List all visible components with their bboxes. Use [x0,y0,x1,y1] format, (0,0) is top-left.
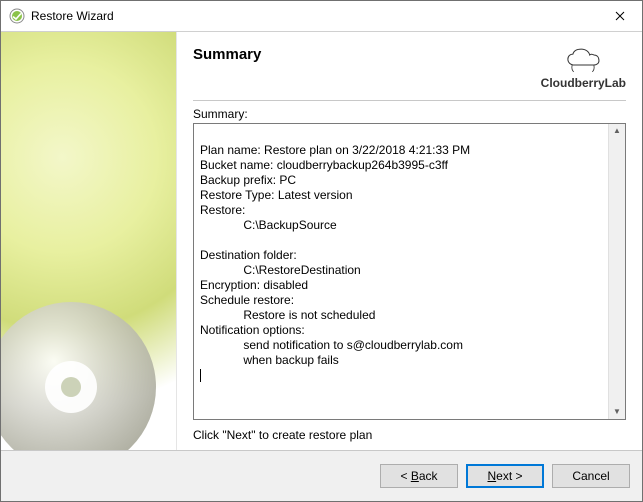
summary-line: Restore Type: Latest version [200,188,353,202]
hint-text: Click "Next" to create restore plan [193,428,626,442]
vertical-scrollbar[interactable]: ▲ ▼ [608,124,625,419]
summary-line: C:\BackupSource [200,218,337,232]
cancel-button[interactable]: Cancel [552,464,630,488]
app-icon [9,8,25,24]
wizard-main: Summary CloudberryLab Summary: Plan name… [177,32,642,450]
page-heading: Summary [193,46,261,63]
summary-line: Restore is not scheduled [200,308,375,322]
close-icon [615,11,625,21]
back-button[interactable]: < Back [380,464,458,488]
text-caret [200,369,201,382]
summary-line: Restore: [200,203,245,217]
summary-label: Summary: [193,107,626,121]
summary-line: Encryption: disabled [200,278,308,292]
brand-label: CloudberryLab [541,76,626,90]
window-title: Restore Wizard [31,9,597,23]
summary-textarea[interactable]: Plan name: Restore plan on 3/22/2018 4:2… [193,123,626,420]
scroll-up-icon: ▲ [613,127,621,135]
restore-wizard-window: Restore Wizard [0,0,643,502]
wizard-sidebar [1,32,177,450]
close-button[interactable] [597,1,642,31]
wizard-body: Summary CloudberryLab Summary: Plan name… [1,32,642,450]
summary-line: Destination folder: [200,248,297,262]
wizard-footer: < Back Next > Cancel [1,450,642,501]
divider [193,100,626,101]
summary-line: C:\RestoreDestination [200,263,361,277]
summary-line: send notification to s@cloudberrylab.com [200,338,463,352]
summary-line: Bucket name: cloudberrybackup264b3995-c3… [200,158,448,172]
summary-line: when backup fails [200,353,339,367]
titlebar: Restore Wizard [1,1,642,32]
summary-line: Backup prefix: PC [200,173,296,187]
cloud-icon [562,46,604,74]
scroll-down-icon: ▼ [613,408,621,416]
brand-logo: CloudberryLab [541,46,626,90]
summary-line: Notification options: [200,323,305,337]
summary-line: Schedule restore: [200,293,294,307]
next-button[interactable]: Next > [466,464,544,488]
summary-line: Plan name: Restore plan on 3/22/2018 4:2… [200,143,470,157]
disc-illustration [1,287,171,450]
